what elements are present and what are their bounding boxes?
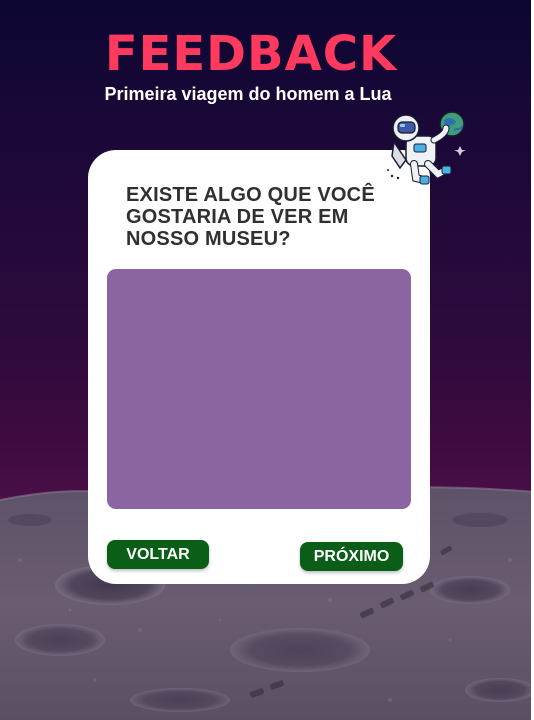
- page-subtitle: Primeira viagem do homem a Lua: [104, 84, 392, 104]
- back-button[interactable]: VOLTAR: [107, 540, 209, 569]
- next-button[interactable]: PRÓXIMO: [300, 542, 403, 571]
- answer-textarea[interactable]: [107, 269, 411, 509]
- astronaut-icon: [387, 111, 466, 185]
- background: FEEDBACK Primeira viagem do homem a Lua …: [0, 0, 534, 720]
- question-text: EXISTE ALGO QUE VOCÊ GOSTARIA DE VER EM …: [126, 184, 375, 250]
- page-title: FEEDBACK: [104, 26, 398, 82]
